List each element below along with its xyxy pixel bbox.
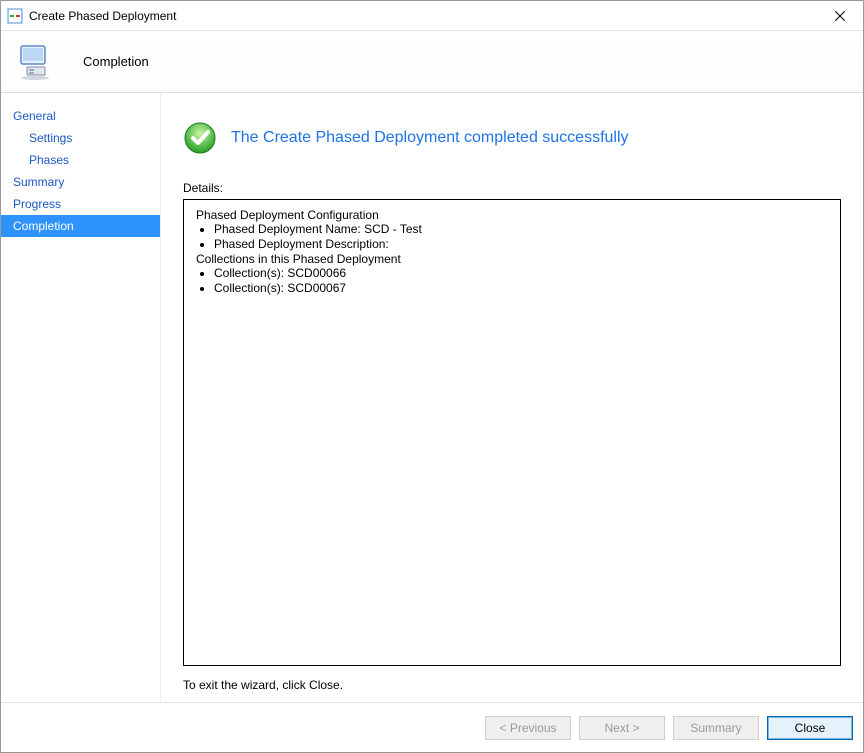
sidebar-item-progress[interactable]: Progress bbox=[1, 193, 160, 215]
details-box[interactable]: Phased Deployment Configuration Phased D… bbox=[183, 199, 841, 666]
header: Completion bbox=[1, 31, 863, 93]
success-check-icon bbox=[183, 121, 217, 155]
details-collection-2: Collection(s): SCD00067 bbox=[214, 281, 828, 296]
details-desc-line: Phased Deployment Description: bbox=[214, 237, 828, 252]
computer-icon bbox=[15, 40, 59, 84]
exit-hint: To exit the wizard, click Close. bbox=[183, 678, 841, 692]
main-panel: The Create Phased Deployment completed s… bbox=[161, 93, 863, 702]
window-close-button[interactable] bbox=[817, 1, 863, 31]
details-label: Details: bbox=[183, 181, 841, 195]
status-text: The Create Phased Deployment completed s… bbox=[231, 129, 629, 147]
sidebar-item-completion[interactable]: Completion bbox=[1, 215, 160, 237]
details-name-line: Phased Deployment Name: SCD - Test bbox=[214, 222, 828, 237]
status-row: The Create Phased Deployment completed s… bbox=[183, 121, 841, 155]
close-button[interactable]: Close bbox=[767, 716, 853, 740]
details-collection-1: Collection(s): SCD00066 bbox=[214, 266, 828, 281]
details-config-header: Phased Deployment Configuration bbox=[196, 208, 828, 222]
sidebar: GeneralSettingsPhasesSummaryProgressComp… bbox=[1, 93, 161, 702]
details-collections-header: Collections in this Phased Deployment bbox=[196, 252, 828, 266]
summary-button: Summary bbox=[673, 716, 759, 740]
window-title: Create Phased Deployment bbox=[29, 9, 176, 23]
next-button: Next > bbox=[579, 716, 665, 740]
sidebar-item-phases[interactable]: Phases bbox=[1, 149, 160, 171]
sidebar-item-summary[interactable]: Summary bbox=[1, 171, 160, 193]
footer: < Previous Next > Summary Close bbox=[1, 702, 863, 752]
header-title: Completion bbox=[83, 54, 149, 69]
previous-button: < Previous bbox=[485, 716, 571, 740]
sidebar-item-settings[interactable]: Settings bbox=[1, 127, 160, 149]
titlebar: Create Phased Deployment bbox=[1, 1, 863, 31]
app-icon bbox=[7, 8, 23, 24]
close-icon bbox=[835, 11, 845, 21]
sidebar-item-general[interactable]: General bbox=[1, 105, 160, 127]
